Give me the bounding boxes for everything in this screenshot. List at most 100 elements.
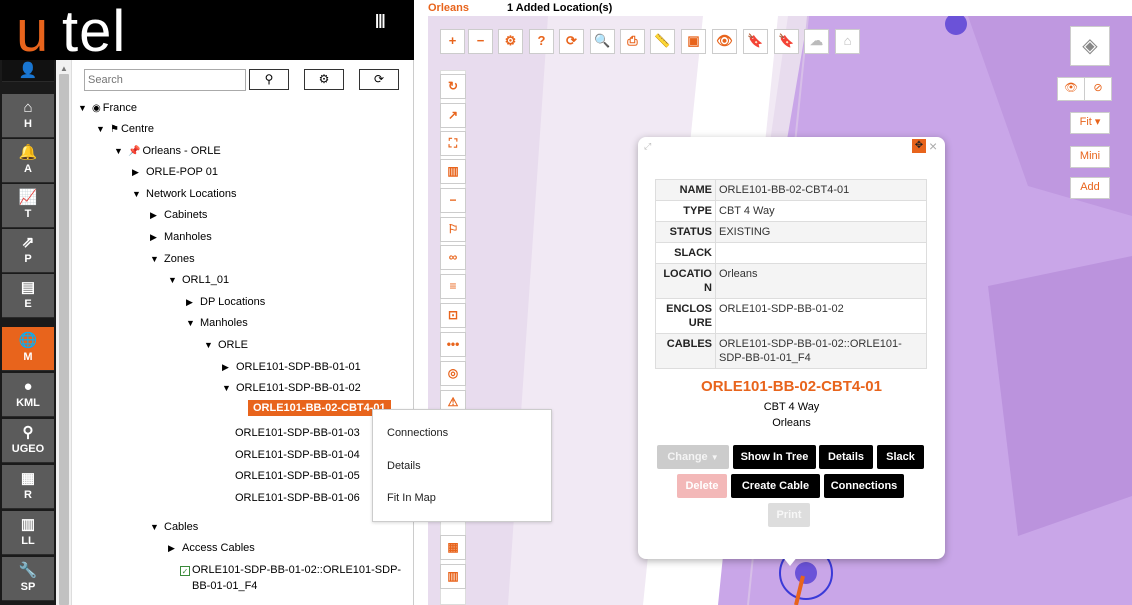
- table-button[interactable]: ▥: [440, 159, 466, 184]
- map-search-button[interactable]: 🔍: [590, 29, 615, 54]
- slack-button[interactable]: Slack: [877, 445, 924, 469]
- tree-row[interactable]: ▼ ORLE: [204, 338, 248, 352]
- sign-button[interactable]: ≡: [440, 274, 466, 299]
- nav-kml[interactable]: ● KML: [2, 373, 54, 417]
- tree-row-cable[interactable]: ✓ ORLE101-SDP-BB-01-02::ORLE101-SDP-: [180, 563, 401, 577]
- context-connections[interactable]: Connections: [387, 427, 448, 439]
- tree-row[interactable]: ▼ ◉ France: [78, 101, 137, 116]
- hide-layer-button[interactable]: ⊘: [1084, 77, 1112, 101]
- collapse-icon[interactable]: ▼: [78, 101, 92, 115]
- tree-row[interactable]: ▼ Cables: [150, 520, 198, 534]
- create-cable-button[interactable]: Create Cable: [731, 474, 820, 498]
- tower-button[interactable]: ▥: [440, 564, 466, 589]
- map-settings-button[interactable]: ⚙: [498, 29, 523, 54]
- expand-icon[interactable]: ▶: [168, 541, 182, 555]
- show-in-tree-button[interactable]: Show In Tree: [733, 445, 816, 469]
- expand-icon[interactable]: ▶: [150, 230, 164, 244]
- collapse-icon[interactable]: ▼: [150, 252, 164, 266]
- tree-row[interactable]: ▼ 📌 Orleans - ORLE: [114, 144, 221, 159]
- nav-equipment[interactable]: ▤ E: [2, 274, 54, 318]
- layers-button[interactable]: ◈: [1070, 26, 1110, 66]
- tree-row[interactable]: ORLE101-SDP-BB-01-05: [235, 469, 360, 483]
- fullscreen-button[interactable]: ⛶: [440, 131, 466, 156]
- menu-icon[interactable]: |||: [375, 12, 386, 29]
- nav-reports[interactable]: ▦ R: [2, 465, 54, 509]
- delete-button[interactable]: Delete: [677, 474, 727, 498]
- collapse-icon[interactable]: ▼: [96, 122, 110, 136]
- tree-row[interactable]: ▼ ORLE101-SDP-BB-01-02: [222, 381, 361, 395]
- building-button[interactable]: ▦: [440, 535, 466, 560]
- print-popup-button[interactable]: Print: [768, 503, 810, 527]
- tree-row[interactable]: ▶ ORLE-POP 01: [132, 165, 218, 179]
- collapse-icon[interactable]: ▼: [186, 316, 200, 330]
- search-button[interactable]: ⚲: [249, 69, 289, 90]
- context-details[interactable]: Details: [387, 460, 421, 472]
- collapse-icon[interactable]: ▼: [150, 520, 164, 534]
- move-icon[interactable]: ✥: [912, 139, 926, 153]
- expand-icon[interactable]: ▶: [150, 208, 164, 222]
- close-icon[interactable]: ×: [929, 138, 937, 154]
- details-button[interactable]: Details: [819, 445, 873, 469]
- expand-icon[interactable]: ▶: [186, 295, 200, 309]
- scroll-thumb[interactable]: [59, 74, 69, 605]
- bookmark-disabled-button[interactable]: 🔖: [774, 29, 799, 54]
- collapse-icon[interactable]: ▼: [168, 273, 182, 287]
- tree-row-selected[interactable]: ORLE101-BB-02-CBT4-01: [248, 400, 391, 416]
- show-layer-button[interactable]: 👁: [1057, 77, 1085, 101]
- home-map-button[interactable]: ⌂: [835, 29, 860, 54]
- help-button[interactable]: ?: [529, 29, 554, 54]
- zoom-out-button[interactable]: −: [468, 29, 493, 54]
- tree-row[interactable]: ORLE101-SDP-BB-01-06: [235, 491, 360, 505]
- tree-row[interactable]: ▼ Zones: [150, 252, 195, 266]
- connections-button[interactable]: Connections: [824, 474, 904, 498]
- tree-row[interactable]: ▼ Network Locations: [132, 187, 237, 201]
- map-refresh-button[interactable]: ⟳: [559, 29, 584, 54]
- nav-trends[interactable]: 📈 T: [2, 184, 54, 228]
- expand-icon[interactable]: ⤢: [644, 141, 651, 152]
- select-area-button[interactable]: ⊡: [440, 303, 466, 328]
- collapse-icon[interactable]: ▼: [132, 187, 146, 201]
- nav-alerts[interactable]: 🔔 A: [2, 139, 54, 183]
- tree-row[interactable]: ▶ Access Cables: [168, 541, 255, 555]
- nav-home[interactable]: ⌂ H: [2, 94, 54, 138]
- cloud-button[interactable]: ☁: [804, 29, 829, 54]
- scroll-up-icon[interactable]: ▲: [60, 64, 68, 73]
- tree-row[interactable]: ▶ Manholes: [150, 230, 212, 244]
- draw-line-button[interactable]: ↗: [440, 103, 466, 128]
- collapse-icon[interactable]: ▼: [114, 144, 128, 158]
- fit-dropdown[interactable]: Fit ▾: [1070, 112, 1110, 134]
- nav-map[interactable]: 🌐 M: [2, 327, 54, 371]
- nav-user[interactable]: 👤: [2, 60, 54, 82]
- remove-button[interactable]: −: [440, 188, 466, 213]
- refresh-button[interactable]: ⟳: [359, 69, 399, 90]
- zoom-in-button[interactable]: +: [440, 29, 465, 54]
- settings-button[interactable]: ⚙: [304, 69, 344, 90]
- nav-sp[interactable]: 🔧 SP: [2, 557, 54, 601]
- rotate-button[interactable]: ↻: [440, 74, 466, 99]
- more-button[interactable]: •••: [440, 332, 466, 357]
- nav-ll[interactable]: ▥ LL: [2, 511, 54, 555]
- tree-row[interactable]: ORLE101-SDP-BB-01-04: [235, 448, 360, 462]
- add-button[interactable]: Add: [1070, 177, 1110, 199]
- tree-row[interactable]: ORLE101-SDP-BB-01-03: [235, 426, 360, 440]
- expand-icon[interactable]: ▶: [222, 360, 236, 374]
- bookmark-button[interactable]: 🔖: [743, 29, 768, 54]
- tree-row[interactable]: ▼ ORL1_01: [168, 273, 229, 287]
- flag-button[interactable]: ⚐: [440, 217, 466, 242]
- change-dropdown[interactable]: Change ▼: [657, 445, 729, 469]
- nav-ugeo[interactable]: ⚲ UGEO: [2, 419, 54, 463]
- layers-panel-button[interactable]: ▣: [681, 29, 706, 54]
- nav-share[interactable]: ⇗ P: [2, 229, 54, 273]
- tree-scrollbar[interactable]: ▲: [56, 60, 72, 605]
- checkbox-icon[interactable]: ✓: [180, 566, 190, 576]
- collapse-icon[interactable]: ▼: [204, 338, 218, 352]
- tree-row[interactable]: ▶ DP Locations: [186, 295, 265, 309]
- context-fit-in-map[interactable]: Fit In Map: [387, 492, 436, 504]
- print-button[interactable]: ⎙: [620, 29, 645, 54]
- collapse-icon[interactable]: ▼: [222, 381, 236, 395]
- measure-button[interactable]: 📏: [650, 29, 675, 54]
- tree-row[interactable]: ▶ Cabinets: [150, 208, 207, 222]
- target-button[interactable]: ◎: [440, 361, 466, 386]
- tree-row[interactable]: ▼ ⚑ Centre: [96, 122, 154, 137]
- search-input[interactable]: [84, 69, 246, 91]
